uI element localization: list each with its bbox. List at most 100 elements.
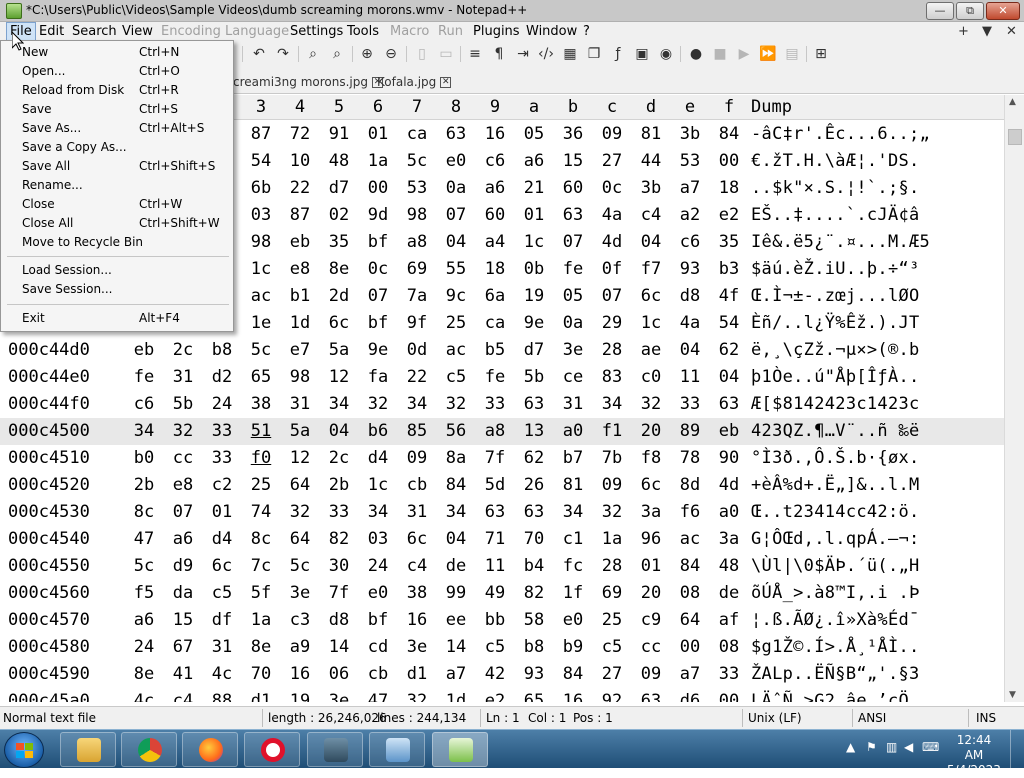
hex-byte[interactable]: 6c [204,556,240,576]
taskbar-remote-desktop[interactable] [307,732,363,767]
hex-dump-text[interactable]: LÄˆÑ.>G2.âe.’cÖ. [751,691,920,702]
menu-edit[interactable]: Edit [39,24,64,39]
tray-expand-icon[interactable]: ▲ [846,740,855,754]
hex-byte[interactable]: fc [555,556,591,576]
hex-byte[interactable]: 7b [594,448,630,468]
hex-byte[interactable]: ca [399,124,435,144]
hex-byte[interactable]: 4c [204,664,240,684]
hex-byte[interactable]: 33 [711,664,747,684]
hex-byte[interactable]: 27 [594,664,630,684]
hex-byte[interactable]: cc [165,448,201,468]
zoom-out-icon[interactable]: ⊖ [382,45,400,63]
hex-byte[interactable]: c3 [282,610,318,630]
hex-byte[interactable]: de [711,583,747,603]
hex-byte[interactable]: 5b [516,367,552,387]
hex-byte[interactable]: 71 [477,529,513,549]
menu-help[interactable]: ? [583,24,590,39]
hex-byte[interactable]: 33 [204,421,240,441]
hex-byte[interactable]: 03 [360,529,396,549]
hex-dump-text[interactable]: °Ì3ð.,Ô.Š.b·{øx. [751,448,920,468]
document-map-icon[interactable]: ▦ [561,45,579,63]
minimize-button[interactable]: — [926,2,954,20]
hex-byte[interactable]: b8 [204,340,240,360]
hex-byte[interactable]: cb [360,664,396,684]
hex-byte[interactable]: 25 [243,475,279,495]
hex-row[interactable]: 000c44e0 fe 31 d2 65 98 12 fa 22 c5 fe 5b ce 83 c0 11 04… [0,364,1004,391]
hex-byte[interactable]: a6 [516,151,552,171]
hex-byte[interactable]: 9d [360,205,396,225]
hex-byte[interactable]: 20 [633,421,669,441]
hex-dump-text[interactable]: ¦.ß.ÃØ¿.î»Xà%Éd¯ [751,610,920,630]
hex-byte[interactable]: 51 [243,421,279,441]
hex-byte[interactable]: 2c [321,448,357,468]
hex-byte[interactable]: c4 [165,691,201,702]
hex-row[interactable]: 000c4510 b0 cc 33 f0 12 2c d4 09 8a 7f 62 b7 7b f8 78 90… [0,445,1004,472]
hex-byte[interactable]: 41 [165,664,201,684]
hex-byte[interactable]: a6 [477,178,513,198]
hex-byte[interactable]: 0a [555,313,591,333]
hex-byte[interactable]: 64 [282,529,318,549]
menu-view[interactable]: View [122,24,153,39]
hex-byte[interactable]: e7 [282,340,318,360]
hex-byte[interactable]: 0c [360,259,396,279]
hex-byte[interactable]: bb [477,610,513,630]
hex-byte[interactable]: 4c [126,691,162,702]
hex-byte[interactable]: fa [360,367,396,387]
hex-dump-text[interactable]: þ1Òe..ú"Åþ[ÎƒÀ.. [751,367,920,387]
hex-byte[interactable]: f8 [633,448,669,468]
hex-byte[interactable]: 0d [399,340,435,360]
hex-byte[interactable]: 36 [555,124,591,144]
hex-byte[interactable]: 6a [477,286,513,306]
file-menu-item-move-to-recycle-bin[interactable]: Move to Recycle Bin [22,235,143,249]
hex-byte[interactable]: 2b [321,475,357,495]
hex-row[interactable]: 000c4580 24 67 31 8e a9 14 cd 3e 14 c5 b8 b9 c5 cc 00 08… [0,634,1004,661]
hex-byte[interactable]: 1a [360,151,396,171]
hex-byte[interactable]: 6b [243,178,279,198]
hex-byte[interactable]: c6 [477,151,513,171]
hex-byte[interactable]: 5a [321,340,357,360]
hex-byte[interactable]: 2d [321,286,357,306]
file-menu-item-save-as[interactable]: Save As... [22,121,81,135]
tab-kofala[interactable]: Kofala.jpg ✕ [377,72,452,94]
hex-byte[interactable]: 62 [711,340,747,360]
hex-byte[interactable]: 93 [516,664,552,684]
hex-byte[interactable]: fe [555,259,591,279]
hex-byte[interactable]: e0 [438,151,474,171]
hex-byte[interactable]: 32 [360,394,396,414]
hex-byte[interactable]: c5 [438,367,474,387]
hex-byte[interactable]: 33 [204,448,240,468]
hex-byte[interactable]: 2b [126,475,162,495]
hex-byte[interactable]: 1f [555,583,591,603]
hex-byte[interactable]: 82 [321,529,357,549]
hex-byte[interactable]: 22 [399,367,435,387]
hex-byte[interactable]: a4 [477,232,513,252]
hex-dump-text[interactable]: \Ùl|\0$ÄÞ.´ü(.„H [751,556,920,576]
hex-byte[interactable]: 32 [165,421,201,441]
hex-byte[interactable]: 28 [594,340,630,360]
hex-byte[interactable]: 11 [672,367,708,387]
hex-byte[interactable]: 84 [672,556,708,576]
hex-byte[interactable]: 31 [555,394,591,414]
hex-byte[interactable]: c6 [672,232,708,252]
hex-byte[interactable]: 70 [243,664,279,684]
hex-byte[interactable]: ca [477,313,513,333]
hex-byte[interactable]: 3e [282,583,318,603]
hex-byte[interactable]: 01 [633,556,669,576]
hex-byte[interactable]: 21 [516,178,552,198]
hex-byte[interactable]: 00 [711,691,747,702]
hex-byte[interactable]: 09 [594,124,630,144]
hex-byte[interactable]: 3a [633,502,669,522]
hex-byte[interactable]: 8e [126,664,162,684]
hex-byte[interactable]: 09 [399,448,435,468]
find-icon[interactable]: ⌕ [304,45,322,63]
hex-byte[interactable]: 84 [438,475,474,495]
hex-byte[interactable]: 0c [594,178,630,198]
hex-byte[interactable]: 02 [321,205,357,225]
hex-byte[interactable]: bf [360,313,396,333]
hex-dump-text[interactable]: Iê&.ë5¿¨.¤...M.Æ5 [751,232,930,252]
hex-byte[interactable]: 1d [282,313,318,333]
hex-byte[interactable]: 62 [516,448,552,468]
hex-byte[interactable]: 01 [360,124,396,144]
folder-workspace-icon[interactable]: ▣ [633,45,651,63]
hex-byte[interactable]: 92 [594,691,630,702]
